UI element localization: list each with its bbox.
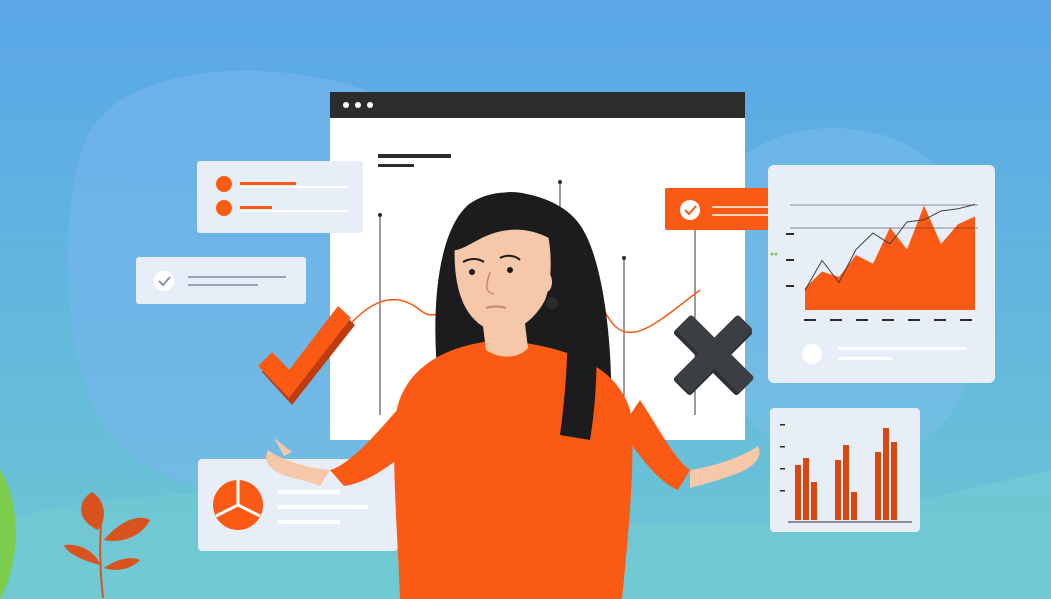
bar-0-1 [803, 458, 809, 520]
bar-0-2 [811, 482, 817, 520]
bar-chart-icon [770, 408, 920, 532]
bar-1-0 [835, 460, 841, 520]
bar-2-1 [883, 428, 889, 520]
bar-2-0 [875, 452, 881, 520]
area-chart-icon [768, 165, 995, 383]
bar-1-2 [851, 492, 857, 520]
bar-1-1 [843, 445, 849, 520]
notification-card-left-icon [136, 257, 306, 304]
illustration-canvas [0, 0, 1051, 599]
bar-0-0 [795, 465, 801, 520]
list-card-icon [197, 161, 363, 233]
bar-2-2 [891, 442, 897, 520]
